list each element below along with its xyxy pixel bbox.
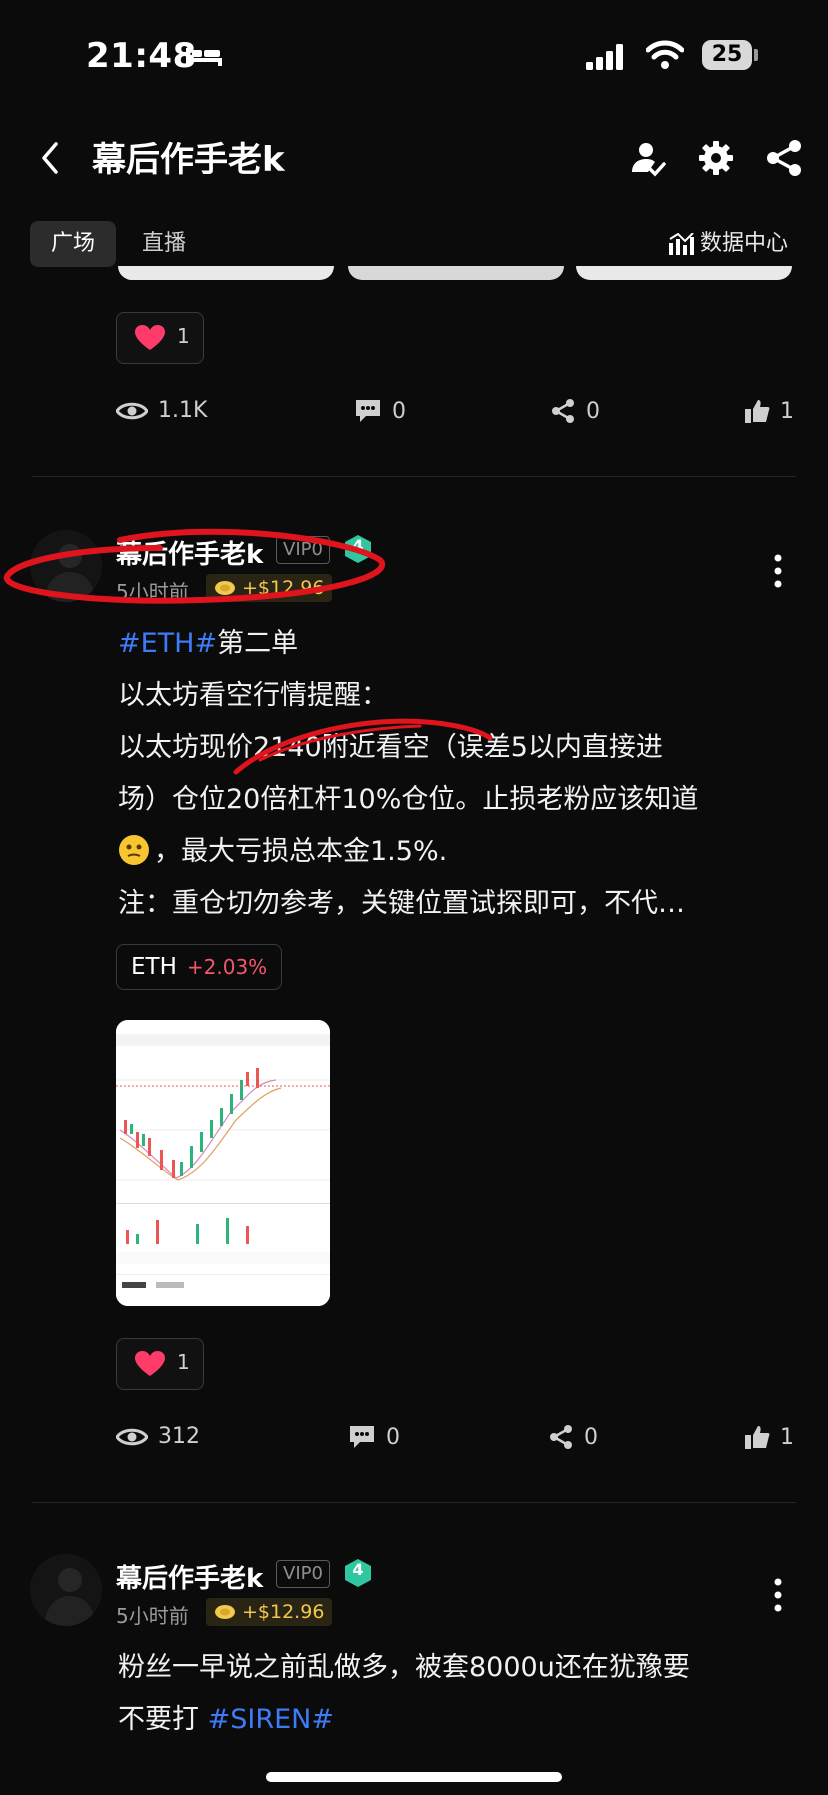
avatar[interactable] — [30, 530, 102, 602]
post-chart-image[interactable] — [116, 1020, 330, 1306]
post-text-line: 以太坊看空行情提醒： — [118, 680, 388, 711]
thumbs-up-button[interactable]: 1 — [744, 1424, 794, 1450]
share-icon[interactable] — [764, 138, 804, 178]
post-text-line: #ETH#第二单 — [118, 628, 299, 659]
previous-image-edge — [576, 266, 792, 280]
thumbs-up-button[interactable]: 1 — [744, 398, 794, 424]
share-icon — [552, 399, 574, 423]
views-stat: 312 — [116, 1424, 200, 1449]
coin-icon — [215, 1605, 235, 1619]
eye-icon — [116, 1428, 148, 1445]
post-text-line: 以太坊现价2140附近看空（误差5以内直接进 — [118, 732, 663, 763]
thumbs-up-icon — [745, 400, 770, 423]
eye-icon — [116, 402, 148, 419]
heart-icon — [135, 1351, 165, 1376]
comment-button[interactable]: 0 — [348, 1424, 400, 1450]
wifi-icon — [646, 40, 684, 69]
level-number: 4 — [352, 1560, 364, 1579]
comment-button[interactable]: 0 — [354, 398, 406, 424]
comment-count: 0 — [392, 398, 406, 424]
like-count: 1 — [177, 324, 190, 348]
hashtag-link[interactable]: #SIREN# — [208, 1704, 334, 1735]
vip-badge: VIP0 — [276, 1560, 330, 1588]
post-text-line: 粉丝一早说之前乱做多，被套8000u还在犹豫要 — [118, 1652, 690, 1683]
page-title: 幕后作手老k — [92, 140, 285, 180]
post-text-line: ，最大亏损总本金1.5%. — [118, 826, 798, 878]
thinking-emoji-icon — [119, 835, 149, 865]
cellular-signal-icon — [586, 44, 623, 70]
previous-image-edge — [348, 266, 564, 280]
share-count: 0 — [586, 398, 600, 424]
thumbs-up-icon — [745, 1426, 770, 1449]
like-reaction-button[interactable]: 1 — [116, 312, 204, 364]
avatar[interactable] — [30, 1554, 102, 1626]
views-count: 1.1K — [158, 398, 208, 423]
heart-icon — [135, 325, 165, 350]
back-arrow-icon[interactable] — [36, 138, 62, 178]
tip-badge: +$12.96 — [206, 574, 333, 602]
previous-image-edge — [118, 266, 334, 280]
tip-amount: +$12.96 — [242, 1601, 325, 1623]
comment-icon — [356, 400, 380, 422]
battery-cap — [754, 49, 758, 61]
tip-badge: +$12.96 — [206, 1598, 333, 1626]
comment-count: 0 — [386, 1424, 400, 1450]
like-count: 1 — [177, 1350, 190, 1374]
post-divider — [32, 1502, 796, 1503]
user-follow-icon[interactable] — [628, 138, 668, 178]
hashtag-link[interactable]: #ETH# — [118, 628, 217, 659]
vip-badge: VIP0 — [276, 536, 330, 564]
tab-square[interactable]: 广场 — [30, 221, 116, 267]
like-reaction-button[interactable]: 1 — [116, 1338, 204, 1390]
ticker-chip[interactable]: ETH +2.03% — [116, 944, 283, 990]
status-time: 21:48 — [86, 36, 197, 76]
tip-amount: +$12.96 — [242, 577, 325, 599]
battery-indicator: 25 — [702, 40, 752, 70]
data-center-link[interactable]: 数据中心 — [668, 221, 788, 267]
post-time: 5小时前 — [116, 580, 189, 604]
post-text-line: 场）仓位20倍杠杆10%仓位。止损老粉应该知道 — [118, 784, 699, 815]
thumbs-up-count: 1 — [780, 398, 794, 424]
sleep-mode-icon — [186, 48, 222, 66]
share-count: 0 — [584, 1424, 598, 1450]
more-options-icon[interactable] — [772, 554, 784, 588]
views-count: 312 — [158, 1424, 200, 1449]
username[interactable]: 幕后作手老k — [116, 1558, 263, 1595]
username[interactable]: 幕后作手老k — [116, 534, 263, 571]
coin-icon — [215, 581, 235, 595]
chart-bars-icon — [669, 232, 694, 255]
share-post-button[interactable]: 0 — [548, 1424, 598, 1450]
ticker-change: +2.03% — [186, 955, 268, 979]
post-divider — [32, 476, 796, 477]
post-time: 5小时前 — [116, 1604, 189, 1628]
ticker-symbol: ETH — [131, 954, 177, 980]
post-text-line: 注：重仓切勿参考，关键位置试探即可，不代… — [118, 888, 685, 919]
tab-live[interactable]: 直播 — [142, 221, 186, 267]
level-number: 4 — [352, 536, 364, 555]
settings-gear-icon[interactable] — [696, 138, 736, 178]
post-text-line: 不要打 #SIREN# — [118, 1704, 334, 1735]
comment-icon — [350, 1426, 374, 1448]
data-center-label: 数据中心 — [700, 231, 789, 256]
more-options-icon[interactable] — [772, 1578, 784, 1612]
home-indicator[interactable] — [266, 1772, 562, 1782]
share-post-button[interactable]: 0 — [550, 398, 600, 424]
thumbs-up-count: 1 — [780, 1424, 794, 1450]
share-icon — [550, 1425, 572, 1449]
views-stat: 1.1K — [116, 398, 207, 423]
